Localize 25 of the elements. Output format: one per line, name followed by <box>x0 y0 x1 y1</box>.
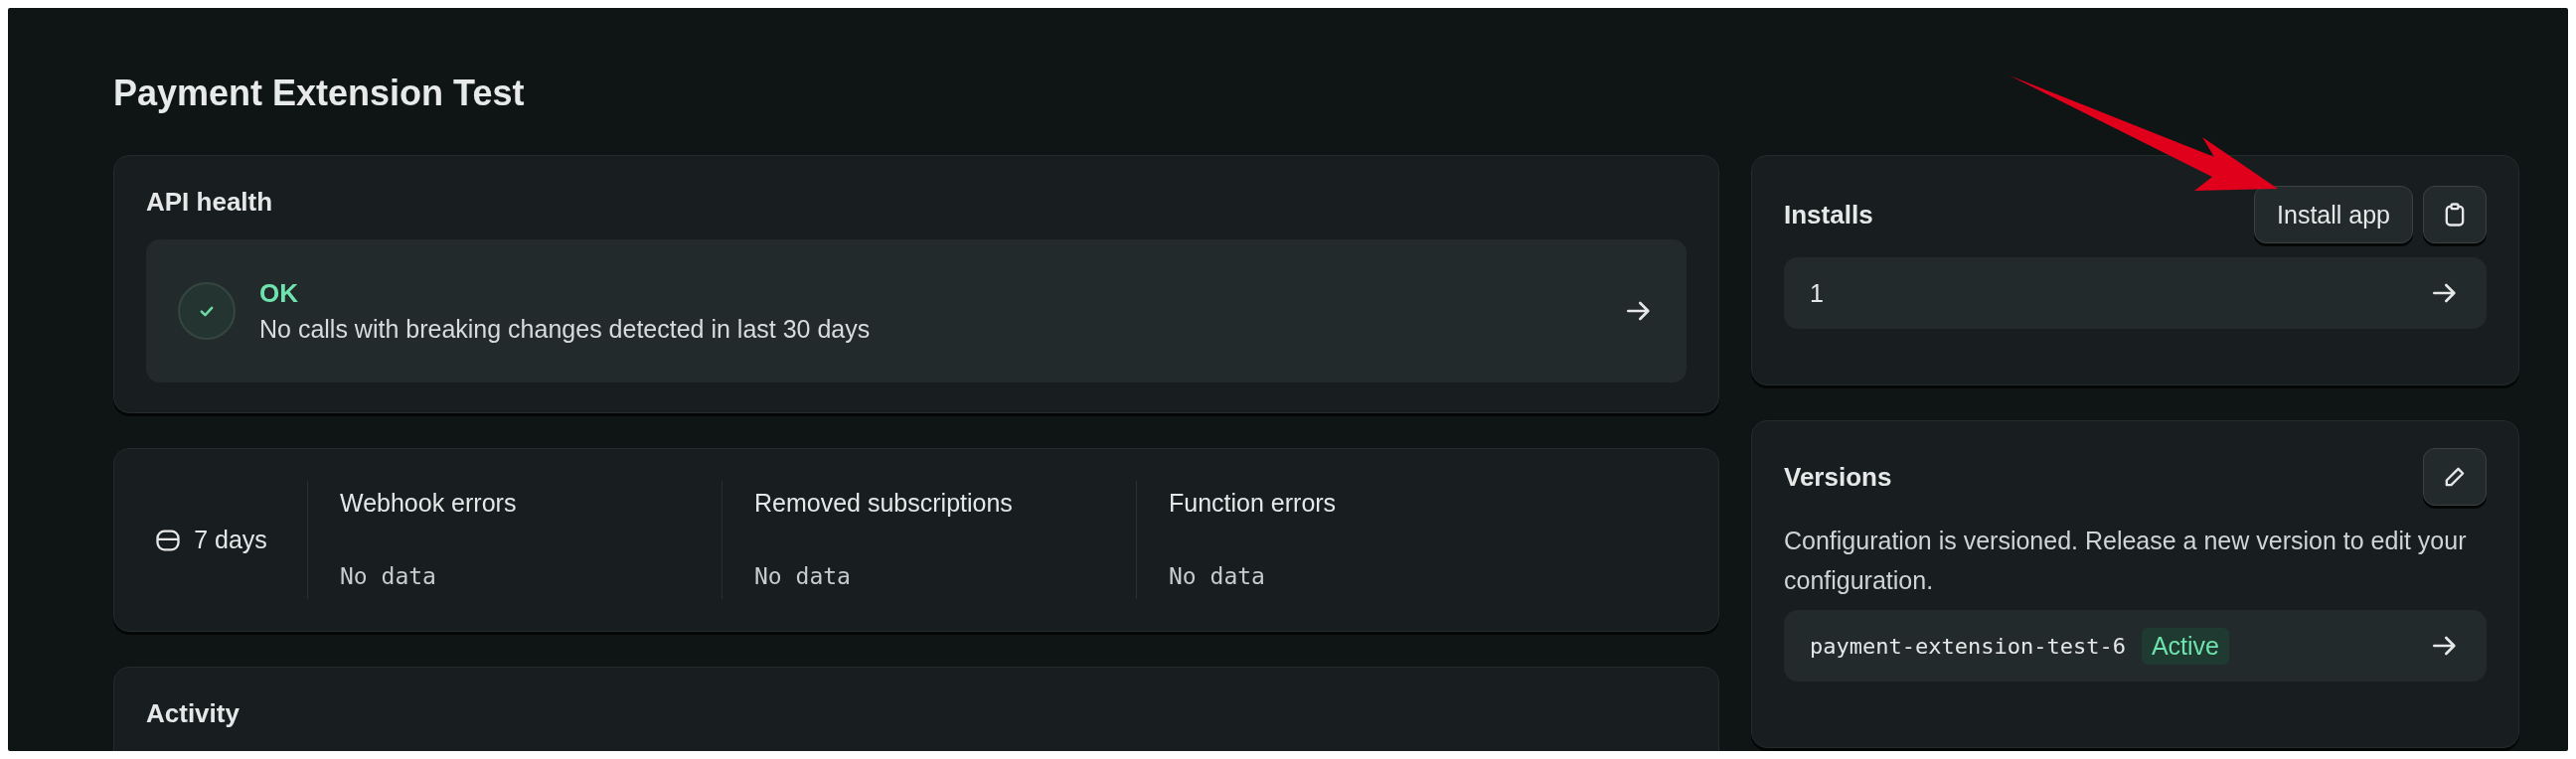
status-badge: Active <box>2141 627 2229 665</box>
clipboard-button[interactable] <box>2423 186 2487 243</box>
metric-value: No data <box>1169 563 1266 589</box>
card-title: Activity <box>146 697 241 730</box>
period-label[interactable]: 7 days <box>194 526 267 554</box>
metric-value: No data <box>340 563 437 589</box>
status-message: No calls with breaking changes detected in last 30 days <box>259 315 872 344</box>
metric-value: No data <box>754 563 852 589</box>
installs-row[interactable]: 1 <box>1784 257 2487 329</box>
metric-label: Webhook errors <box>340 489 518 518</box>
versions-description: Configuration is versioned. Release a new version to edit your configuration. <box>1784 526 2468 596</box>
card-title: Versions <box>1784 461 1892 494</box>
status-label: OK <box>259 278 299 309</box>
install-count: 1 <box>1810 278 1824 308</box>
page-title: Payment Extension Test <box>113 72 526 115</box>
version-row[interactable]: payment-extension-test-6 Active <box>1784 610 2487 682</box>
metric-label: Function errors <box>1169 489 1338 518</box>
install-app-button[interactable]: Install app <box>2254 186 2413 243</box>
card-title: Installs <box>1784 199 1873 231</box>
edit-button[interactable] <box>2423 448 2487 506</box>
metric-label: Removed subscriptions <box>754 489 1014 518</box>
version-name: payment-extension-test-6 <box>1810 633 2126 659</box>
card-title: API health <box>146 186 274 219</box>
check-icon <box>178 282 236 340</box>
status-row[interactable]: OK No calls with breaking changes detected in last 30 days <box>146 239 1687 382</box>
